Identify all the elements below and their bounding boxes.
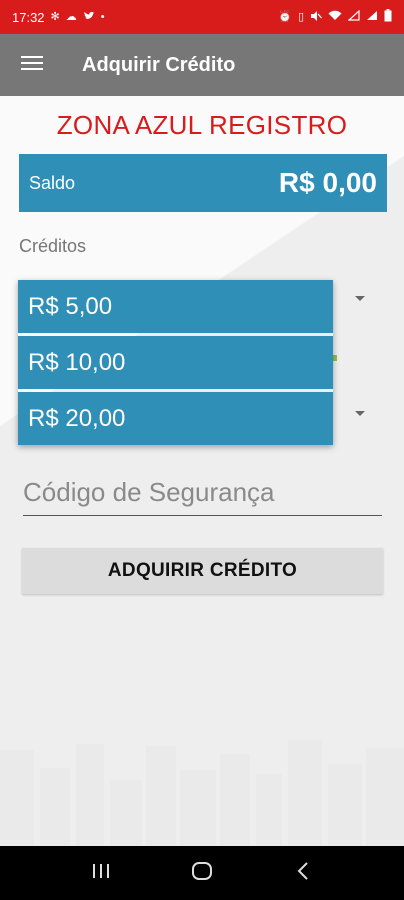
home-button[interactable] <box>182 853 222 893</box>
alarm-icon: ⏰ <box>278 10 292 23</box>
wifi-icon <box>328 10 342 24</box>
credit-option-5[interactable]: R$ 5,00 <box>18 280 333 333</box>
balance-card: Saldo R$ 0,00 <box>19 154 387 212</box>
twitter-icon <box>83 11 95 24</box>
city-skyline-decoration <box>0 740 404 846</box>
system-nav-bar <box>0 846 404 900</box>
home-icon <box>191 860 213 887</box>
recent-apps-icon <box>91 862 111 885</box>
brand-title: ZONA AZUL REGISTRO <box>56 110 348 140</box>
app-screen: 17:32 ✻ ☁ • ⏰ ▯ Adquirir Crédito ZONA AZ… <box>0 0 404 900</box>
credit-option-10[interactable]: R$ 10,00 <box>18 336 333 389</box>
settings-icon: ✻ <box>50 10 60 23</box>
credit-option-20[interactable]: R$ 20,00 <box>18 392 333 445</box>
credits-dropdown-menu: R$ 5,00 R$ 10,00 R$ 20,00 <box>18 280 333 445</box>
menu-button[interactable] <box>0 34 64 96</box>
back-button[interactable] <box>283 853 323 893</box>
chevron-down-icon[interactable] <box>355 411 365 416</box>
signal-icon <box>366 10 378 24</box>
hamburger-menu-icon <box>21 55 43 76</box>
credits-label: Créditos <box>19 236 87 256</box>
status-bar: 17:32 ✻ ☁ • ⏰ ▯ <box>0 0 404 34</box>
balance-label: Saldo <box>29 172 76 193</box>
balance-value: R$ 0,00 <box>278 167 377 198</box>
signal-icon <box>347 9 360 24</box>
cloud-icon: ☁ <box>65 10 77 23</box>
mute-icon <box>310 10 322 25</box>
security-code-input[interactable] <box>23 470 382 516</box>
battery-icon <box>384 9 392 25</box>
selection-indicator <box>333 355 337 361</box>
page-title: Adquirir Crédito <box>82 53 236 76</box>
dot-icon: • <box>100 10 105 23</box>
recent-apps-button[interactable] <box>81 853 121 893</box>
back-icon <box>296 861 310 886</box>
vibrate-icon: ▯ <box>297 10 304 23</box>
app-bar: Adquirir Crédito <box>0 34 404 96</box>
buy-credit-button[interactable]: ADQUIRIR CRÉDITO <box>22 548 383 594</box>
status-time: 17:32 <box>12 9 45 25</box>
chevron-down-icon[interactable] <box>355 296 365 301</box>
